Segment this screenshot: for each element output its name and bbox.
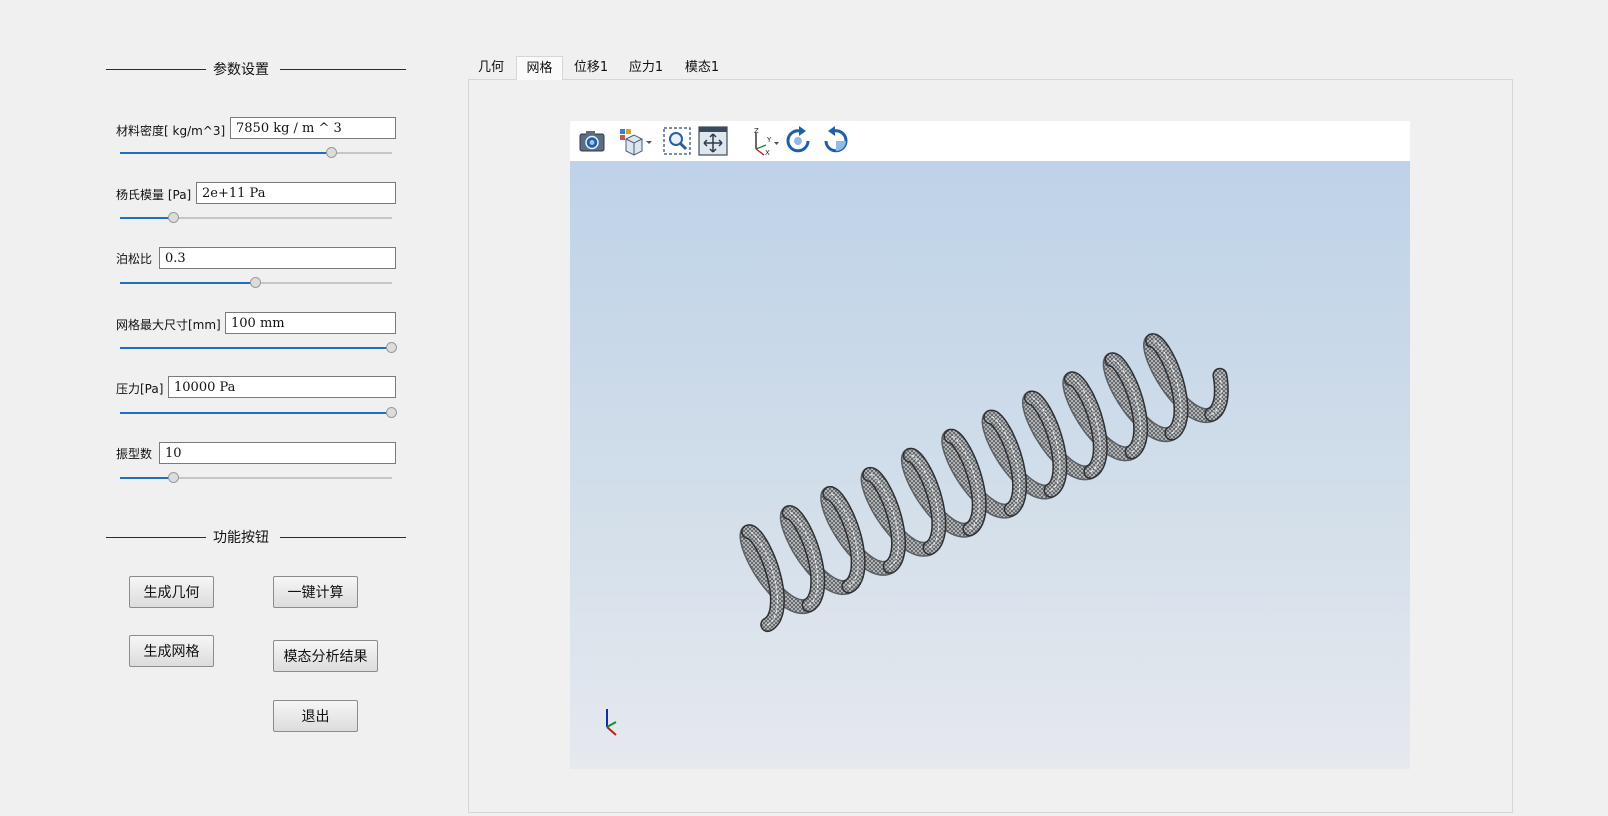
- generate-geometry-button[interactable]: 生成几何: [129, 576, 214, 608]
- slider-fill: [120, 347, 392, 349]
- slider-handle[interactable]: [168, 212, 180, 223]
- functions-group-line-left: [106, 537, 206, 538]
- svg-text:Y: Y: [766, 136, 772, 144]
- slider-fill: [120, 412, 392, 414]
- tab-geometry[interactable]: 几何: [468, 56, 514, 80]
- axes-icon[interactable]: Z Y X: [744, 125, 779, 157]
- functions-group-line-right: [280, 537, 406, 538]
- density-slider[interactable]: [120, 145, 392, 161]
- zoom-box-icon[interactable]: [660, 125, 694, 157]
- camera-icon[interactable]: [574, 125, 608, 157]
- fit-all-icon[interactable]: [696, 125, 730, 157]
- viewer-3d: Z Y X: [570, 121, 1410, 769]
- one-click-compute-button[interactable]: 一键计算: [273, 576, 358, 608]
- spring-coils: [739, 333, 1229, 633]
- tab-displacement[interactable]: 位移1: [565, 56, 617, 80]
- mode-count-slider[interactable]: [120, 470, 392, 486]
- pressure-slider[interactable]: [120, 405, 397, 421]
- poisson-ratio-label: 泊松比: [116, 252, 153, 266]
- mode-count-label: 振型数: [116, 447, 153, 461]
- tab-modal[interactable]: 模态1: [675, 56, 729, 80]
- pressure-input[interactable]: [168, 376, 396, 398]
- svg-text:X: X: [765, 149, 770, 157]
- view-cube-icon[interactable]: [616, 125, 652, 157]
- params-group-title: 参数设置: [213, 62, 269, 78]
- mesh-size-input[interactable]: [225, 312, 396, 334]
- tab-stress[interactable]: 应力1: [619, 56, 673, 80]
- params-group-line-right: [280, 69, 406, 70]
- density-input[interactable]: [230, 117, 396, 139]
- tab-mesh[interactable]: 网格: [516, 56, 563, 80]
- functions-group-title: 功能按钮: [213, 530, 269, 546]
- slider-handle[interactable]: [326, 147, 338, 158]
- youngs-modulus-label: 杨氏模量 [Pa]: [116, 188, 192, 202]
- slider-handle[interactable]: [386, 342, 397, 353]
- viewer-toolbar: Z Y X: [570, 121, 1410, 161]
- spring-mesh-model: [606, 333, 1229, 736]
- poisson-ratio-input[interactable]: [159, 247, 396, 269]
- density-label: 材料密度[ kg/m^3]: [116, 124, 226, 138]
- pressure-label: 压力[Pa]: [116, 382, 164, 396]
- youngs-modulus-slider[interactable]: [120, 210, 392, 226]
- slider-fill: [120, 152, 333, 154]
- rotate-cw-icon[interactable]: [782, 125, 816, 157]
- slider-fill: [120, 477, 175, 479]
- mesh-size-slider[interactable]: [120, 340, 397, 356]
- generate-mesh-button[interactable]: 生成网格: [129, 635, 214, 667]
- axis-triad-icon: [606, 709, 617, 736]
- exit-button[interactable]: 退出: [273, 700, 358, 732]
- youngs-modulus-input[interactable]: [196, 182, 396, 204]
- rotate-ccw-icon[interactable]: [820, 125, 854, 157]
- params-group-line-left: [106, 69, 206, 70]
- poisson-ratio-slider[interactable]: [120, 275, 392, 291]
- mode-count-input[interactable]: [159, 442, 396, 464]
- mesh-size-label: 网格最大尺寸[mm]: [116, 318, 221, 332]
- slider-handle[interactable]: [386, 407, 397, 418]
- viewport-canvas[interactable]: [570, 161, 1410, 769]
- slider-fill: [120, 282, 256, 284]
- slider-handle[interactable]: [168, 472, 180, 483]
- modal-analysis-result-button[interactable]: 模态分析结果: [273, 640, 378, 672]
- slider-fill: [120, 217, 175, 219]
- slider-handle[interactable]: [250, 277, 261, 288]
- svg-text:Z: Z: [754, 127, 759, 135]
